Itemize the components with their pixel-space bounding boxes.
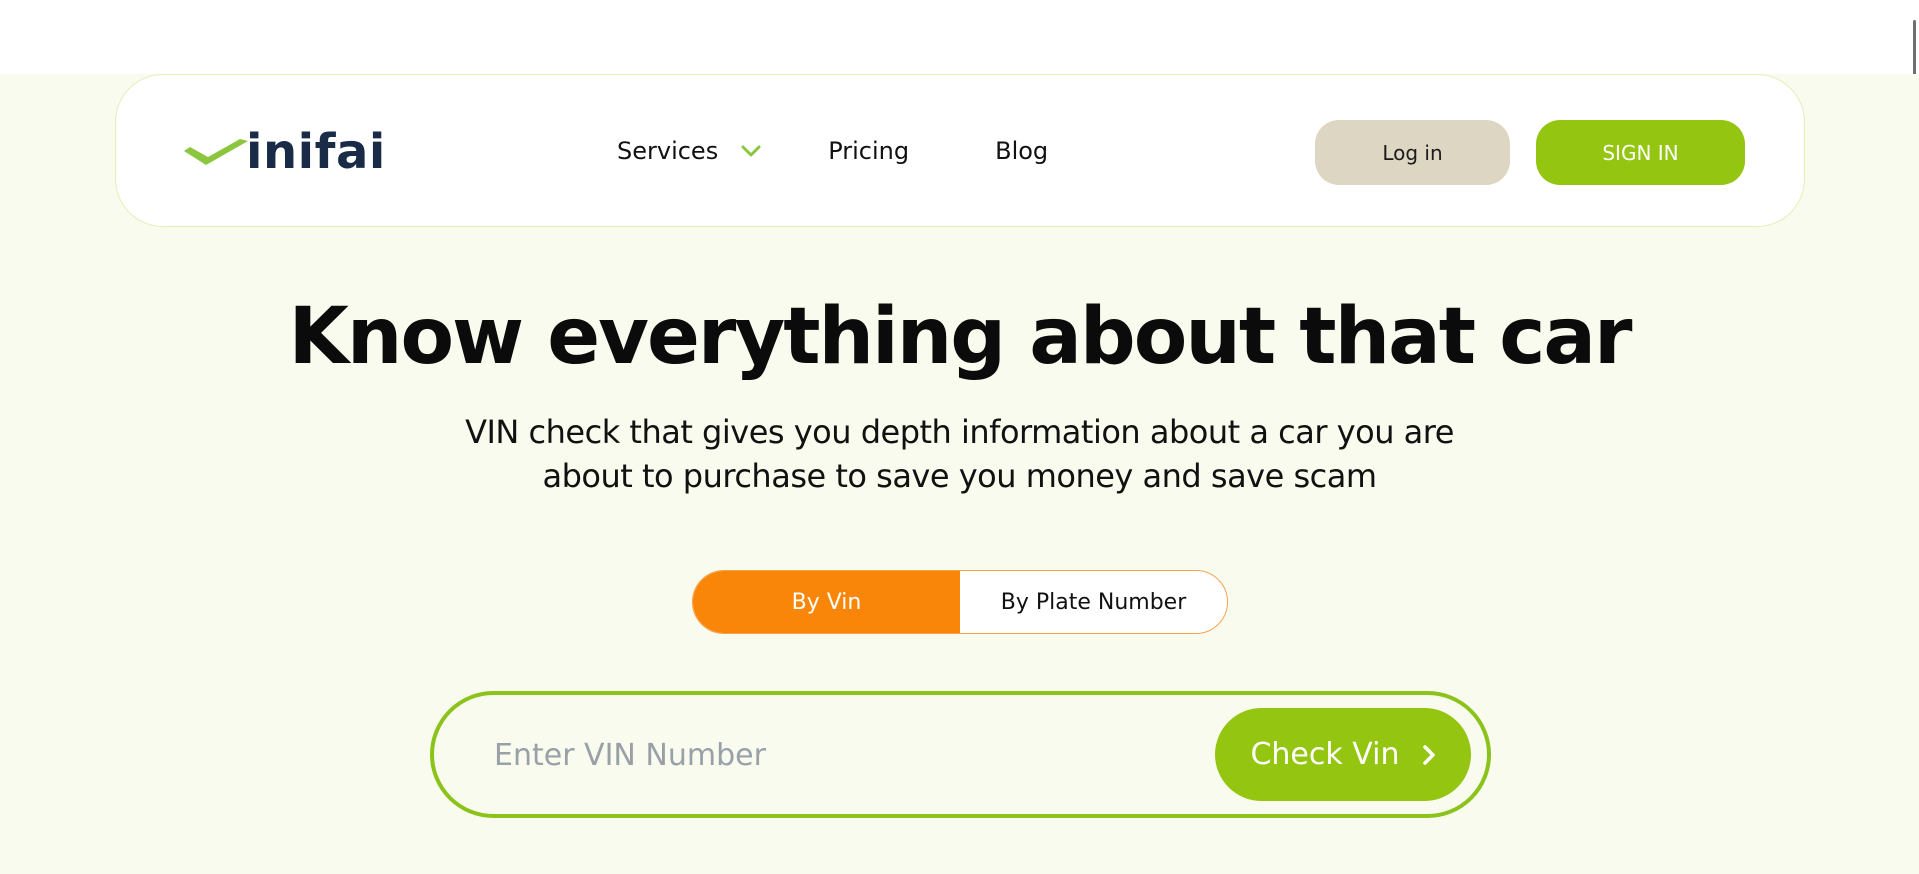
nav-services[interactable]: Services — [617, 137, 762, 165]
chevron-right-icon — [1422, 744, 1435, 765]
logo[interactable]: inifai — [182, 125, 386, 179]
navbar: inifai Services Pricing Blog Log in SIGN… — [115, 74, 1805, 227]
nav-pricing-label: Pricing — [828, 137, 910, 165]
vin-input[interactable] — [494, 725, 1144, 785]
main-nav: Services Pricing Blog — [617, 127, 1048, 175]
vin-search-bar: Check Vin — [430, 691, 1491, 818]
hero-subtitle: VIN check that gives you depth informati… — [460, 410, 1459, 498]
nav-blog-label: Blog — [995, 137, 1049, 165]
scrollbar[interactable] — [1913, 20, 1916, 76]
check-vin-label: Check Vin — [1250, 737, 1400, 772]
nav-services-label: Services — [617, 137, 719, 165]
login-button[interactable]: Log in — [1315, 120, 1510, 185]
hero-subtitle-line-2: about to purchase to save you money and … — [542, 457, 1377, 495]
hero-subtitle-line-1: VIN check that gives you depth informati… — [465, 413, 1454, 451]
checkmark-v-logo-icon — [184, 139, 248, 165]
browser-top-blank — [0, 0, 1919, 76]
hero-title: Know everything about that car — [288, 292, 1632, 382]
signin-button[interactable]: SIGN IN — [1536, 120, 1745, 185]
tab-by-plate-number[interactable]: By Plate Number — [960, 571, 1227, 633]
page-body: inifai Services Pricing Blog Log in SIGN… — [0, 74, 1919, 874]
chevron-down-icon — [741, 145, 761, 157]
check-vin-button[interactable]: Check Vin — [1215, 708, 1471, 801]
nav-blog[interactable]: Blog — [995, 137, 1048, 165]
logo-text: inifai — [246, 124, 386, 180]
tab-by-vin[interactable]: By Vin — [693, 571, 960, 633]
nav-pricing[interactable]: Pricing — [828, 137, 909, 165]
search-mode-toggle: By Vin By Plate Number — [692, 570, 1228, 634]
